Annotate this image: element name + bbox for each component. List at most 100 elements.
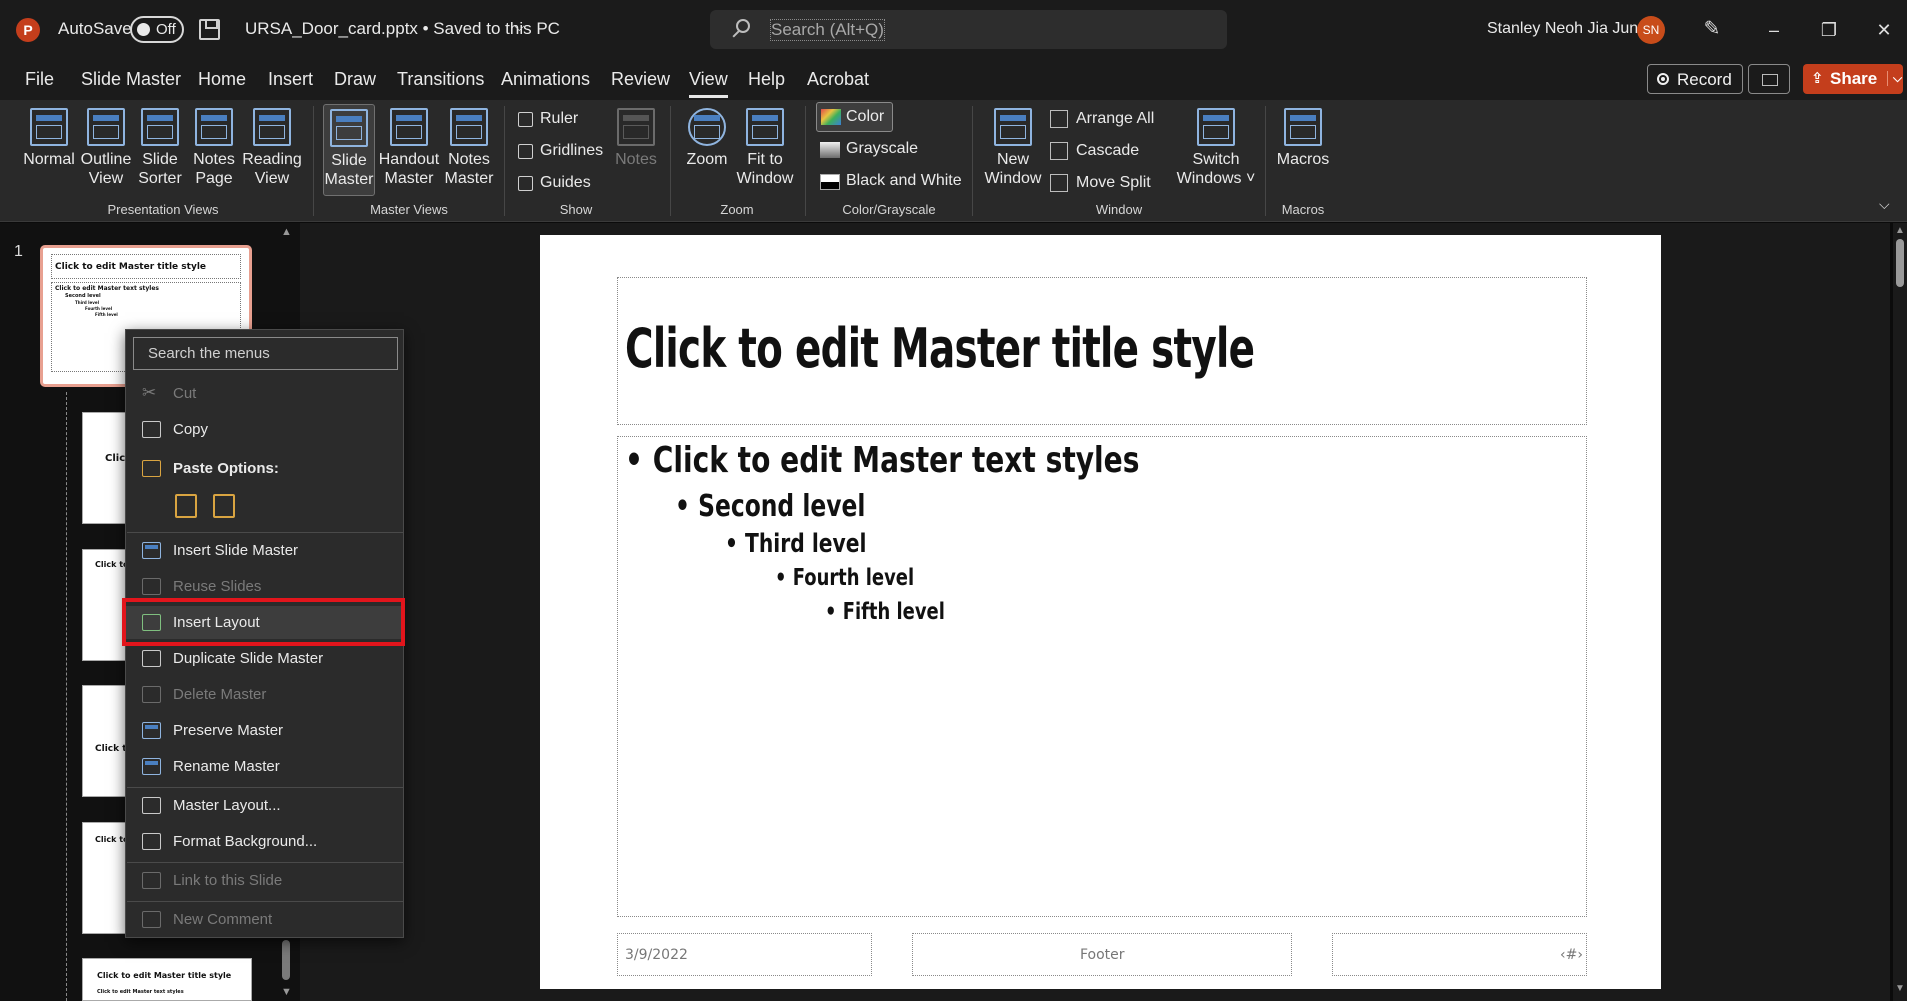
- tab-acrobat[interactable]: Acrobat: [807, 69, 869, 90]
- menu-item-paste-options: Paste Options:: [126, 452, 403, 485]
- fit-to-window-button[interactable]: Fit to Window: [733, 108, 797, 188]
- editor-scrollbar[interactable]: ▲ ▼: [1893, 223, 1907, 1001]
- switch-windows-button[interactable]: Switch Windows ˅: [1170, 108, 1262, 188]
- collapse-ribbon-chevron-icon[interactable]: ⌵: [1879, 196, 1890, 213]
- chevron-down-icon[interactable]: ⌵: [1887, 71, 1902, 86]
- menu-item-format-background[interactable]: Format Background...: [126, 825, 403, 858]
- menu-item-label: Preserve Master: [173, 722, 284, 739]
- tab-transitions[interactable]: Transitions: [397, 69, 484, 90]
- tab-home[interactable]: Home: [198, 69, 246, 90]
- menu-item-label: New Comment: [173, 911, 273, 928]
- scroll-up-icon[interactable]: ▲: [281, 226, 292, 238]
- scroll-down-icon[interactable]: ▼: [281, 986, 292, 998]
- restore-button[interactable]: ❐: [1815, 16, 1843, 44]
- menu-item-rename-master[interactable]: Rename Master: [126, 750, 403, 783]
- button-label: View: [88, 170, 124, 187]
- handout-master-button[interactable]: Handout Master: [378, 108, 440, 188]
- reading-view-icon: [253, 108, 291, 146]
- slide-master-canvas[interactable]: Click to edit Master title style • Click…: [540, 235, 1661, 989]
- black-and-white-option-button[interactable]: Black and White: [820, 172, 970, 192]
- menu-item-copy[interactable]: Copy: [126, 413, 403, 446]
- menu-divider: [127, 862, 404, 863]
- designer-pen-icon[interactable]: ✎: [1700, 17, 1724, 41]
- avatar[interactable]: SN: [1637, 16, 1665, 44]
- button-label: Handout: [378, 151, 440, 168]
- duplicate-icon: [142, 650, 161, 667]
- button-label: Master: [324, 171, 374, 188]
- thumbnail-scrollbar[interactable]: [282, 940, 290, 980]
- macros-button[interactable]: Macros: [1272, 108, 1334, 169]
- tab-view[interactable]: View: [689, 69, 728, 98]
- button-label: Arrange All: [1076, 110, 1155, 127]
- menu-search-input[interactable]: Search the menus: [133, 337, 398, 370]
- chevron-down-icon[interactable]: ⌵: [514, 18, 525, 35]
- thumb-body-text: Click to edit Master text styles: [55, 285, 159, 292]
- paste-use-destination-icon[interactable]: [175, 494, 197, 518]
- date-text: 3/9/2022: [625, 947, 688, 963]
- reading-view-button[interactable]: Reading View: [241, 108, 303, 188]
- switch-windows-icon: [1197, 108, 1235, 146]
- record-button[interactable]: Record: [1647, 64, 1743, 94]
- notes-master-button[interactable]: Notes Master: [444, 108, 494, 188]
- option-label: Grayscale: [846, 140, 919, 157]
- thumb-body-text: Click to edit Master text styles: [97, 989, 184, 995]
- color-option-button[interactable]: Color: [816, 102, 893, 132]
- grayscale-option-button[interactable]: Grayscale: [820, 140, 970, 160]
- autosave-toggle[interactable]: Off: [130, 16, 184, 43]
- slide-master-button[interactable]: Slide Master: [323, 104, 375, 196]
- tab-animations[interactable]: Animations: [501, 69, 590, 90]
- new-window-button[interactable]: New Window: [982, 108, 1044, 188]
- slide-number-placeholder[interactable]: [1332, 933, 1587, 976]
- zoom-button[interactable]: Zoom: [683, 108, 731, 169]
- menu-divider: [127, 787, 404, 788]
- comments-button[interactable]: [1748, 64, 1790, 94]
- scroll-up-icon[interactable]: ▲: [1895, 225, 1905, 236]
- button-label: Outline: [80, 151, 132, 168]
- notes-page-button[interactable]: Notes Page: [189, 108, 239, 188]
- record-icon: [1657, 73, 1669, 85]
- user-name[interactable]: Stanley Neoh Jia Jun: [1487, 20, 1638, 38]
- menu-item-duplicate-slide-master[interactable]: Duplicate Slide Master: [126, 642, 403, 675]
- group-label-zoom: Zoom: [720, 202, 754, 217]
- button-label: Cascade: [1076, 142, 1140, 159]
- search-input[interactable]: Search (Alt+Q): [710, 10, 1227, 49]
- checkbox-box: [518, 112, 533, 127]
- ribbon: Normal Outline View Slide Sorter Notes P…: [0, 100, 1907, 315]
- close-button[interactable]: ✕: [1870, 16, 1898, 44]
- insert-layout-highlight: [122, 598, 405, 646]
- menu-item-preserve-master[interactable]: Preserve Master: [126, 714, 403, 747]
- scroll-down-icon[interactable]: ▼: [1895, 983, 1905, 994]
- thumb-body-text: Fourth level: [85, 306, 113, 311]
- tab-review[interactable]: Review: [611, 69, 670, 90]
- document-title[interactable]: URSA_Door_card.pptx • Saved to this PC: [245, 19, 560, 39]
- share-button[interactable]: ⇪ Share ⌵: [1803, 64, 1903, 94]
- layout-thumbnail[interactable]: Click to edit Master title style Click t…: [82, 958, 252, 1001]
- minimize-button[interactable]: –: [1760, 16, 1788, 44]
- thumb-title-text: Click to edit Master title style: [55, 262, 207, 272]
- tab-slide-master[interactable]: Slide Master: [81, 69, 181, 90]
- master-layout-icon: [142, 797, 161, 814]
- tab-help[interactable]: Help: [748, 69, 785, 90]
- tab-draw[interactable]: Draw: [334, 69, 376, 90]
- autosave-state: Off: [156, 21, 176, 38]
- scrollbar-thumb[interactable]: [1896, 239, 1904, 287]
- tab-file[interactable]: File: [25, 69, 54, 90]
- zoom-icon: [688, 108, 726, 146]
- normal-view-icon: [30, 108, 68, 146]
- paste-picture-icon[interactable]: [213, 494, 235, 518]
- menu-item-insert-slide-master[interactable]: Insert Slide Master: [126, 534, 403, 567]
- button-label: Page: [195, 170, 233, 187]
- menu-item-label: Paste Options:: [173, 460, 279, 477]
- tab-insert[interactable]: Insert: [268, 69, 313, 90]
- save-icon[interactable]: [199, 19, 220, 40]
- menu-item-master-layout[interactable]: Master Layout...: [126, 789, 403, 822]
- button-label: Master: [384, 170, 434, 187]
- outline-view-button[interactable]: Outline View: [79, 108, 133, 188]
- group-label-presentation-views: Presentation Views: [107, 202, 219, 217]
- thumb-body-text: Fifth level: [95, 312, 118, 317]
- button-label: Master: [444, 170, 494, 187]
- slide-sorter-button[interactable]: Slide Sorter: [135, 108, 185, 188]
- menu-item-new-comment: New Comment: [126, 903, 403, 936]
- normal-view-button[interactable]: Normal: [20, 108, 78, 169]
- text-level-1: • Click to edit Master text styles: [625, 440, 1140, 481]
